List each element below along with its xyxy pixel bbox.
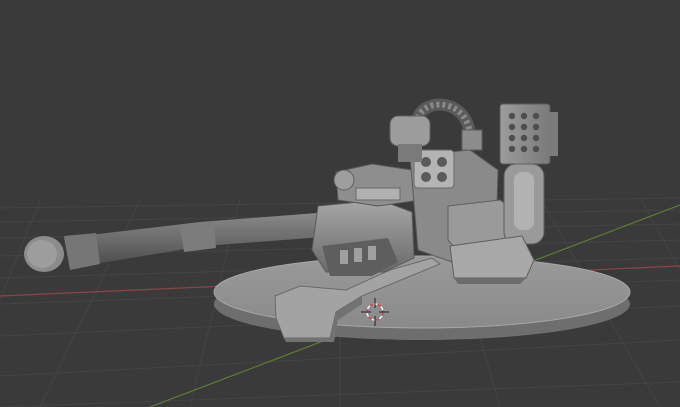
missile-pod: [499, 103, 558, 165]
viewport-scene[interactable]: [0, 0, 680, 407]
gun-housing: [311, 163, 421, 276]
3d-viewport[interactable]: [0, 0, 680, 407]
turret-model[interactable]: [24, 98, 631, 342]
